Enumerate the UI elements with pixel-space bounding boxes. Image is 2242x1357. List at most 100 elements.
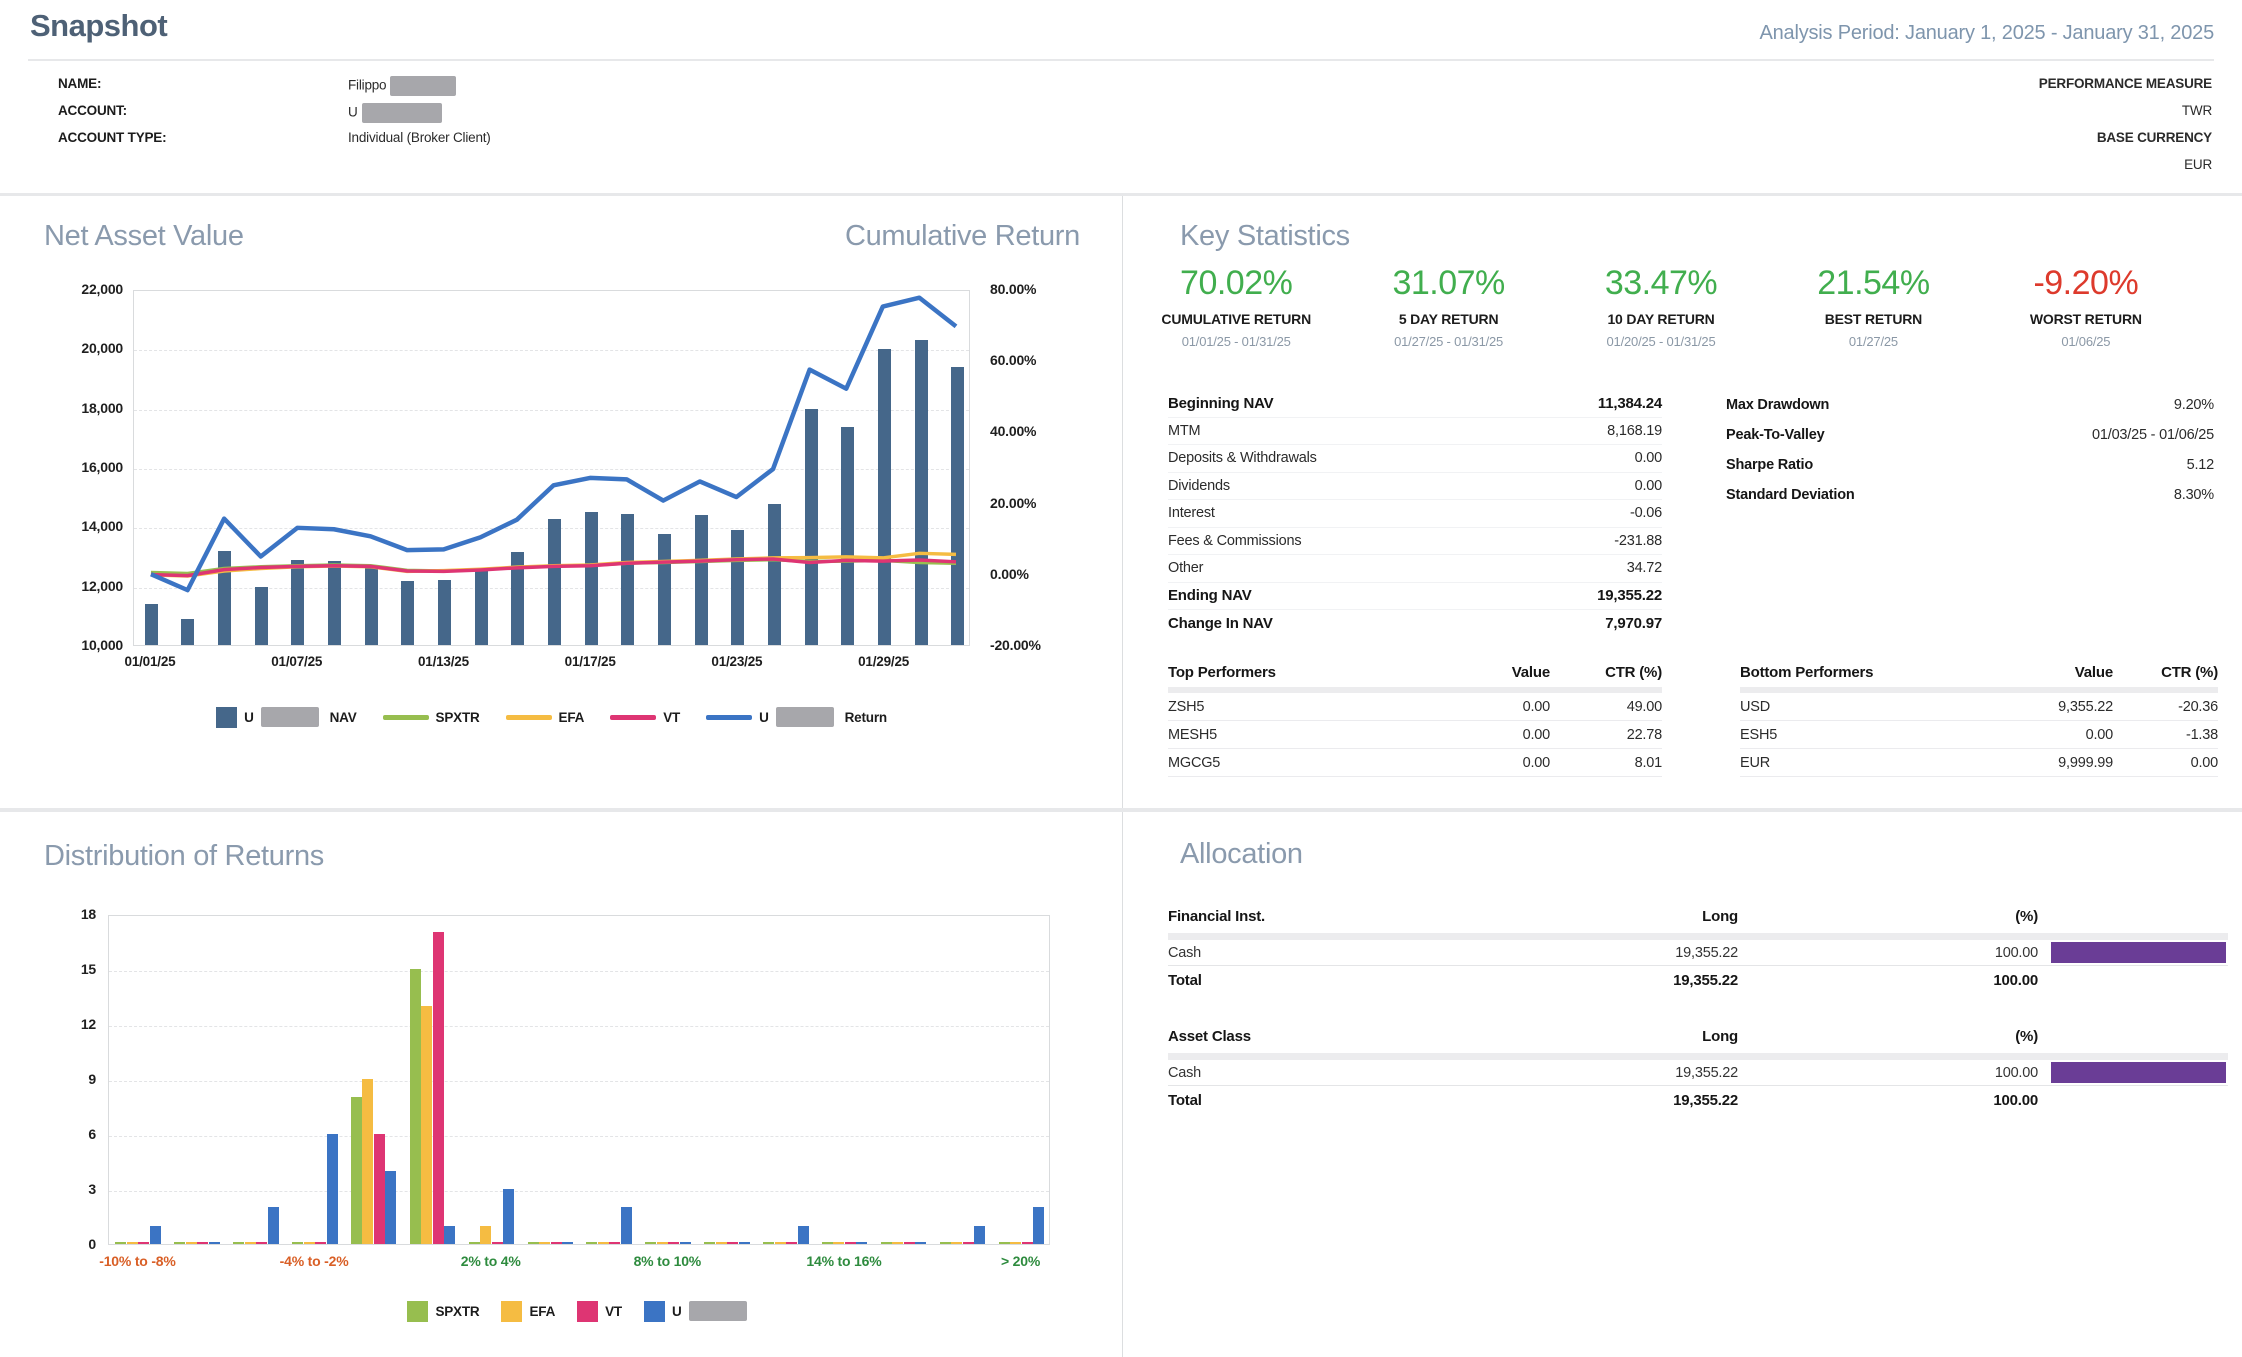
legend-square-swatch <box>407 1300 429 1322</box>
dist-bar <box>656 1242 668 1244</box>
legend-line-swatch <box>505 714 552 720</box>
performers-col-value: Value <box>1511 663 1550 681</box>
total-row: Total 19,355.22 100.00 <box>1168 1086 2228 1114</box>
dist-bar <box>892 1242 904 1244</box>
row-label: Interest <box>1168 505 1215 522</box>
header-band <box>1168 1053 2228 1060</box>
dist-bar <box>738 1242 750 1244</box>
nav-legend: U NAV SPXTR EFA VT U Return <box>133 702 970 732</box>
gridline <box>109 1191 1049 1192</box>
legend-item: EFA <box>501 1300 555 1322</box>
row-value: -231.88 <box>1614 532 1662 549</box>
dist-bar <box>974 1225 986 1244</box>
dist-bar <box>774 1242 786 1244</box>
table-row: EUR 9,999.99 0.00 <box>1740 749 2218 777</box>
table-row: ESH5 0.00 -1.38 <box>1740 721 2218 749</box>
value-cell: 0.00 <box>1522 754 1551 771</box>
row-value: 0.00 <box>1634 450 1663 467</box>
dist-bar <box>539 1242 551 1244</box>
base-currency-label: BASE CURRENCY <box>2096 130 2212 145</box>
allocation-row-label: Cash <box>1168 1064 1202 1081</box>
nav-right-axis: 80.00% 60.00% 40.00% 20.00% 0.00% -20.00% <box>980 281 1060 653</box>
legend-item: U Return <box>706 707 887 727</box>
allocation-bar-cell <box>2038 1062 2228 1083</box>
stat-dates: 01/27/25 <box>1848 334 1898 349</box>
value-cell: 0.00 <box>1522 698 1551 715</box>
dist-bar <box>562 1242 574 1244</box>
dist-bar <box>856 1242 868 1244</box>
table-row: Standard Deviation 8.30% <box>1726 480 2214 510</box>
allocation-bar <box>2051 942 2226 963</box>
dist-y-label: 12 <box>80 1016 96 1032</box>
value-cell: 9,355.22 <box>2058 698 2113 715</box>
dist-bar <box>185 1242 197 1244</box>
dist-bar <box>326 1134 338 1244</box>
row-label: Max Drawdown <box>1726 397 1830 413</box>
dist-bar <box>844 1242 856 1244</box>
value-cell: 9,999.99 <box>2058 754 2113 771</box>
allocation-table: Financial Inst. Long (%) Cash 19,355.22 100.0… <box>1168 904 2228 994</box>
table-row: MGCG5 0.00 8.01 <box>1168 749 1662 777</box>
legend-square-swatch <box>216 706 238 728</box>
stat-value: -9.20% <box>2033 264 2139 302</box>
dist-legend: SPXTR EFA VT U <box>108 1296 1050 1326</box>
dist-x-label: 14% to 16% <box>806 1253 882 1269</box>
row-label: Ending NAV <box>1168 587 1252 605</box>
performers-header: Bottom Performers Value CTR (%) <box>1740 660 2218 684</box>
ctr-cell: 0.00 <box>2190 754 2219 771</box>
legend-square-swatch <box>501 1300 523 1322</box>
dist-bar <box>1021 1242 1033 1244</box>
ctr-cell: 22.78 <box>1626 726 1662 743</box>
value-cell: 0.00 <box>2085 726 2114 743</box>
dist-bar <box>503 1189 515 1244</box>
legend-label: VT <box>605 1303 622 1319</box>
dist-bar <box>480 1225 492 1244</box>
legend-square-swatch <box>643 1300 665 1322</box>
dist-bar <box>833 1242 845 1244</box>
legend-line-swatch <box>706 714 753 720</box>
nav-left-axis-label: 10,000 <box>81 637 123 653</box>
dist-y-label: 0 <box>88 1236 96 1252</box>
dist-bar <box>421 1005 433 1244</box>
dist-bar <box>715 1242 727 1244</box>
nav-left-axis-label: 18,000 <box>81 399 123 416</box>
allocation-pct-value: 100.00 <box>1994 944 2038 961</box>
analysis-period: Analysis Period: January 1, 2025 - Janua… <box>1759 22 2214 44</box>
allocation-long-value: 19,355.22 <box>1675 1064 1738 1081</box>
dist-y-label: 9 <box>88 1071 96 1087</box>
legend-label: U <box>671 1303 682 1319</box>
total-pct-value: 100.00 <box>1993 971 2038 989</box>
allocation-header: Financial Inst. Long (%) <box>1168 904 2228 928</box>
dist-bar <box>679 1242 691 1244</box>
nav-title: Net Asset Value <box>44 220 244 252</box>
table-row: USD 9,355.22 -20.36 <box>1740 693 2218 721</box>
stat-label: 5 DAY RETURN <box>1398 311 1499 327</box>
table-row: Change In NAV 7,970.97 <box>1168 610 1662 638</box>
dist-y-label: 6 <box>88 1126 96 1142</box>
allocation-pct-value: 100.00 <box>1994 1064 2038 1081</box>
nav-right-axis-label: 20.00% <box>990 494 1037 511</box>
table-row: MTM 8,168.19 <box>1168 418 1662 445</box>
dist-x-label: > 20% <box>1001 1253 1041 1269</box>
top-performers-table: Top Performers Value CTR (%) ZSH5 0.00 49.00 M… <box>1168 660 1662 777</box>
legend-label: U <box>759 709 769 725</box>
legend-item: VT <box>577 1300 622 1322</box>
legend-label: SPXTR <box>435 1303 480 1319</box>
nav-left-axis-label: 14,000 <box>81 518 123 535</box>
legend-label: VT <box>663 709 681 725</box>
dist-bar <box>409 969 421 1244</box>
dist-bar <box>149 1225 161 1244</box>
vt-line <box>150 557 957 578</box>
nav-x-tick: 01/29/25 <box>858 654 910 669</box>
allocation-col-long: Long <box>1702 1027 1738 1045</box>
cumulative-return-title: Cumulative Return <box>844 220 1080 252</box>
performance-measure-label: PERFORMANCE MEASURE <box>2038 76 2212 91</box>
dist-bar <box>350 1097 362 1244</box>
legend-item: VT <box>610 710 680 725</box>
dist-bar <box>668 1242 680 1244</box>
stat-highlight: 33.47% 10 DAY RETURN 01/20/25 - 01/31/25 <box>1555 264 1767 349</box>
nav-left-axis-label: 22,000 <box>81 281 123 297</box>
legend-square-swatch <box>577 1300 599 1322</box>
table-row: Cash 19,355.22 100.00 <box>1168 1060 2228 1085</box>
ctr-cell: 49.00 <box>1626 698 1662 715</box>
